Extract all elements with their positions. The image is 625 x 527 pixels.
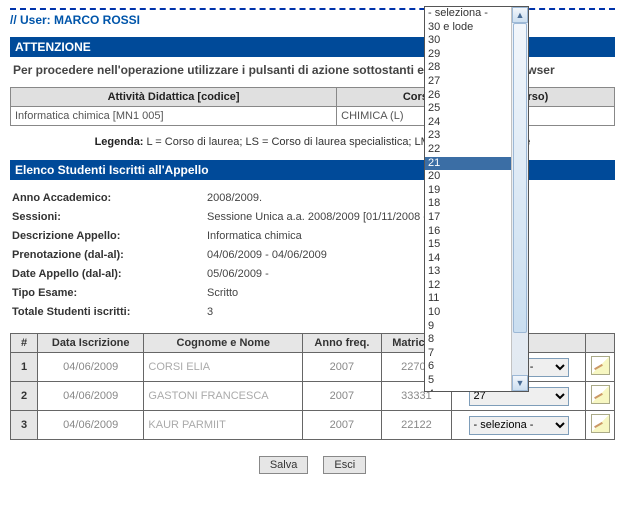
grade-dropdown-list[interactable]: - seleziona -30 e lode302928272625242322… xyxy=(424,6,529,392)
dropdown-option[interactable]: 6 xyxy=(425,360,511,374)
dropdown-option[interactable]: 16 xyxy=(425,225,511,239)
edit-icon[interactable] xyxy=(591,414,610,433)
col-year: Anno freq. xyxy=(303,334,382,353)
dropdown-option[interactable]: 4 xyxy=(425,388,511,391)
dropdown-option[interactable]: 22 xyxy=(425,143,511,157)
save-button[interactable]: Salva xyxy=(259,456,309,474)
dropdown-option[interactable]: 21 xyxy=(425,157,511,171)
dropdown-option[interactable]: 26 xyxy=(425,89,511,103)
dropdown-option[interactable]: 24 xyxy=(425,116,511,130)
dropdown-option[interactable]: 5 xyxy=(425,374,511,388)
dropdown-option[interactable]: 30 xyxy=(425,34,511,48)
dropdown-option[interactable]: 14 xyxy=(425,252,511,266)
dropdown-option[interactable]: 13 xyxy=(425,265,511,279)
exit-button[interactable]: Esci xyxy=(323,456,366,474)
col-edit xyxy=(586,334,615,353)
dropdown-option[interactable]: - seleziona - xyxy=(425,7,511,21)
col-name: Cognome e Nome xyxy=(144,334,303,353)
dropdown-option[interactable]: 19 xyxy=(425,184,511,198)
edit-icon[interactable] xyxy=(591,385,610,404)
dropdown-option[interactable]: 15 xyxy=(425,238,511,252)
dropdown-option[interactable]: 29 xyxy=(425,48,511,62)
dropdown-option[interactable]: 17 xyxy=(425,211,511,225)
table-row: 3 04/06/2009 KAUR PARMIIT 2007 22122 - s… xyxy=(11,411,615,440)
dropdown-option[interactable]: 12 xyxy=(425,279,511,293)
dropdown-option[interactable]: 9 xyxy=(425,320,511,334)
dropdown-option[interactable]: 23 xyxy=(425,129,511,143)
dropdown-option[interactable]: 8 xyxy=(425,333,511,347)
dropdown-option[interactable]: 18 xyxy=(425,197,511,211)
activity-cell: Informatica chimica [MN1 005] xyxy=(11,107,337,126)
grade-select[interactable]: - seleziona - xyxy=(469,416,569,435)
dropdown-option[interactable]: 10 xyxy=(425,306,511,320)
dropdown-option[interactable]: 20 xyxy=(425,170,511,184)
scroll-down-icon[interactable]: ▼ xyxy=(512,375,528,391)
dropdown-option[interactable]: 7 xyxy=(425,347,511,361)
scrollbar[interactable]: ▲ ▼ xyxy=(511,7,528,391)
scroll-up-icon[interactable]: ▲ xyxy=(512,7,528,23)
dropdown-option[interactable]: 25 xyxy=(425,102,511,116)
dropdown-option[interactable]: 30 e lode xyxy=(425,21,511,35)
col-activity: Attività Didattica [codice] xyxy=(11,88,337,107)
dropdown-option[interactable]: 27 xyxy=(425,75,511,89)
button-bar: Salva Esci xyxy=(10,440,615,480)
col-n: # xyxy=(11,334,38,353)
scroll-thumb[interactable] xyxy=(513,23,527,333)
dropdown-option[interactable]: 28 xyxy=(425,61,511,75)
col-date: Data Iscrizione xyxy=(38,334,144,353)
edit-icon[interactable] xyxy=(591,356,610,375)
dropdown-option[interactable]: 11 xyxy=(425,292,511,306)
